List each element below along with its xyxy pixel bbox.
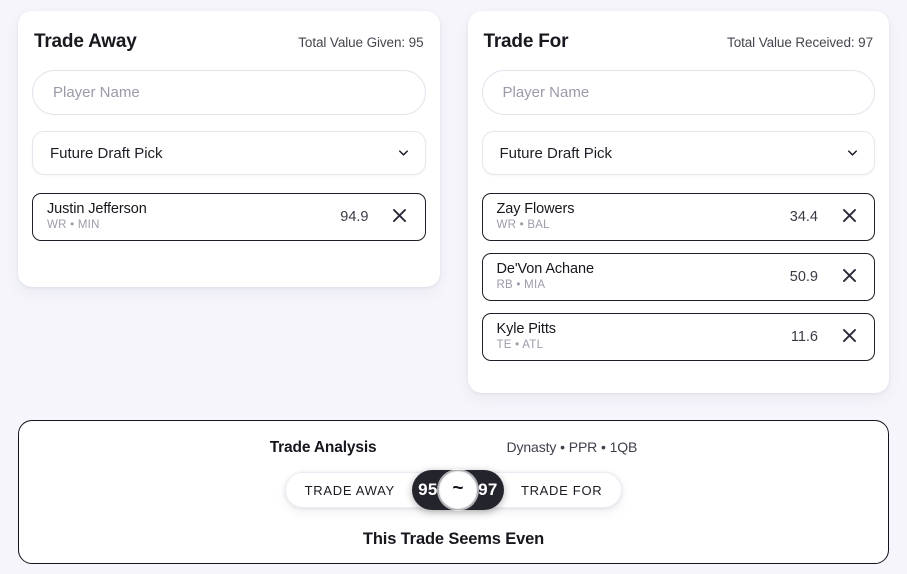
- player-position-team: WR • MIN: [47, 219, 100, 232]
- meter-score-group: 95 97 ~: [411, 470, 504, 510]
- remove-player-button[interactable]: [834, 202, 864, 232]
- close-x-icon: [840, 206, 859, 228]
- trade-balance-meter: TRADE AWAY 95 97 ~ TRADE FOR: [284, 470, 623, 510]
- trade-away-total-value: Total Value Given: 95: [298, 35, 424, 50]
- tilde-balance-icon: ~: [452, 478, 464, 499]
- list-item[interactable]: Zay Flowers WR • BAL 34.4: [481, 193, 875, 241]
- trade-away-header: Trade Away Total Value Given: 95: [32, 31, 426, 53]
- player-info: Justin Jefferson WR • MIN: [47, 201, 340, 233]
- trade-away-pick-select[interactable]: Future Draft Pick: [32, 131, 426, 175]
- trade-for-player-list: Zay Flowers WR • BAL 34.4 De'Von Achane: [481, 193, 875, 361]
- list-item[interactable]: De'Von Achane RB • MIA 50.9: [481, 253, 875, 301]
- player-value: 94.9: [340, 209, 369, 225]
- remove-player-button[interactable]: [834, 262, 864, 292]
- meter-label-trade-away: TRADE AWAY: [304, 482, 395, 498]
- remove-player-button[interactable]: [385, 202, 415, 232]
- close-x-icon: [840, 326, 859, 348]
- meter-label-trade-for: TRADE FOR: [520, 482, 603, 498]
- trade-analysis-header: Trade Analysis Dynasty • PPR • 1QB: [19, 439, 888, 457]
- player-value: 34.4: [789, 209, 818, 225]
- trade-away-pick-select-wrapper: Future Draft Pick: [32, 131, 426, 175]
- player-position-team: WR • BAL: [496, 219, 550, 232]
- player-position-team: TE • ATL: [496, 339, 544, 352]
- player-name: De'Von Achane: [496, 261, 595, 278]
- trade-for-pick-select[interactable]: Future Draft Pick: [481, 131, 875, 175]
- balance-indicator-badge: ~: [438, 471, 477, 509]
- trade-for-title: Trade For: [483, 31, 569, 52]
- trade-analysis-panel: Trade Analysis Dynasty • PPR • 1QB TRADE…: [18, 420, 889, 564]
- close-x-icon: [840, 266, 859, 288]
- player-info: Kyle Pitts TE • ATL: [497, 321, 791, 353]
- player-info: Zay Flowers WR • BAL: [497, 201, 790, 233]
- trade-for-card: Trade For Total Value Received: 97 Futur…: [467, 11, 889, 393]
- list-item[interactable]: Kyle Pitts TE • ATL 11.6: [481, 313, 875, 361]
- trade-away-card: Trade Away Total Value Given: 95 Future …: [18, 11, 440, 287]
- trade-away-player-search-input[interactable]: [32, 70, 426, 115]
- close-x-icon: [390, 206, 409, 228]
- trade-for-header: Trade For Total Value Received: 97: [482, 31, 876, 53]
- player-name: Zay Flowers: [496, 201, 575, 218]
- list-item[interactable]: Justin Jefferson WR • MIN 94.9: [32, 193, 426, 241]
- player-position-team: RB • MIA: [496, 279, 546, 292]
- trade-for-pick-select-wrapper: Future Draft Pick: [481, 131, 875, 175]
- player-value: 50.9: [789, 269, 818, 285]
- player-value: 11.6: [790, 329, 818, 345]
- player-name: Kyle Pitts: [496, 321, 557, 338]
- player-name: Justin Jefferson: [47, 201, 147, 218]
- trade-away-title: Trade Away: [34, 31, 137, 52]
- player-info: De'Von Achane RB • MIA: [497, 261, 790, 293]
- trade-columns: Trade Away Total Value Given: 95 Future …: [0, 0, 907, 393]
- trade-for-player-search-input[interactable]: [481, 70, 875, 115]
- remove-player-button[interactable]: [834, 322, 864, 352]
- trade-away-player-list: Justin Jefferson WR • MIN 94.9: [32, 193, 426, 241]
- trade-analysis-title: Trade Analysis: [269, 439, 377, 456]
- trade-verdict-text: This Trade Seems Even: [362, 530, 545, 548]
- trade-for-total-value: Total Value Received: 97: [727, 35, 873, 50]
- trade-balance-meter-wrapper: TRADE AWAY 95 97 ~ TRADE FOR: [19, 470, 888, 510]
- league-format-label: Dynasty • PPR • 1QB: [506, 439, 638, 455]
